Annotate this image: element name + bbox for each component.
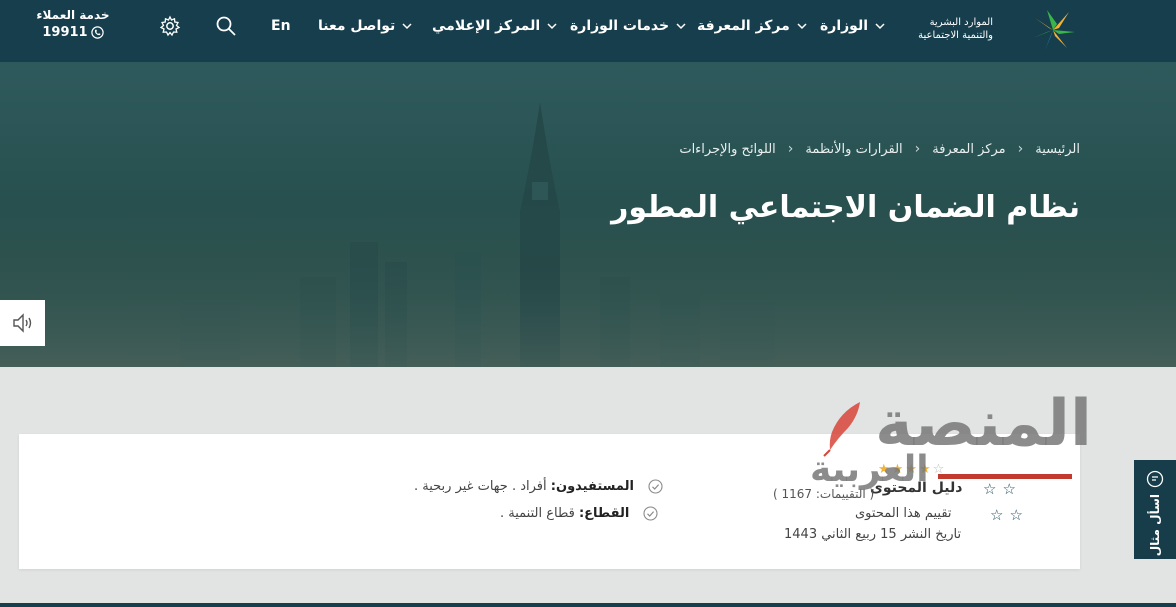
breadcrumb: الرئيسية ‹ مركز المعرفة ‹ القرارات والأن… [679,141,1080,157]
footer-edge [0,603,1176,607]
breadcrumb-item-home[interactable]: الرئيسية [1035,142,1080,157]
ask-side-button[interactable]: اسأل مثال [1134,460,1176,559]
check-circle-icon [648,479,663,494]
nav-ministry-label: الوزارة [820,18,869,34]
breadcrumb-chevron-icon: ‹ [1017,141,1024,157]
nav-knowledge-center-label: مركز المعرفة [697,18,790,34]
ministry-logo-mark-icon [1033,10,1075,50]
beneficiaries-label: المستفيدون: [550,479,634,494]
nav-media-center-label: المركز الإعلامي [432,18,541,34]
breadcrumb-item-decisions[interactable]: القرارات والأنظمة [805,142,902,157]
star-rate-icon[interactable]: ☆ [983,480,996,498]
breadcrumb-chevron-icon: ‹ [787,141,794,157]
speaker-icon [12,313,31,333]
logo-line-1: الموارد البشرية [929,17,993,28]
ask-side-button-label: اسأل مثال [1148,494,1162,557]
top-navbar: الموارد البشرية والتنمية الاجتماعية الوز… [0,0,1176,62]
phone-icon [90,26,104,39]
chevron-down-icon [875,23,885,30]
nav-contact-us-label: تواصل معنا [318,18,396,34]
watermark-subtitle: العربية [810,449,929,490]
nav-ministry-services-label: خدمات الوزارة [570,18,670,34]
sector-value: قطاع التنمية . [500,506,575,521]
customer-service[interactable]: خدمة العملاء 19911 [30,8,116,40]
breadcrumb-chevron-icon: ‹ [914,141,921,157]
rate-stars-row-2[interactable]: ☆ ☆ [990,506,1023,524]
customer-service-label: خدمة العملاء [36,8,110,22]
nav-knowledge-center[interactable]: مركز المعرفة [697,18,808,34]
nav-ministry[interactable]: الوزارة [820,18,886,34]
nav-media-center[interactable]: المركز الإعلامي [432,18,558,34]
rate-content-label: تقييم هذا المحتوى [855,506,952,521]
read-aloud-button[interactable] [0,300,45,346]
logo-line-2: والتنمية الاجتماعية [918,30,993,41]
watermark-title: المنصة [875,387,1092,461]
search-icon[interactable] [215,15,237,37]
chevron-down-icon [547,23,557,30]
ministry-logo[interactable]: الموارد البشرية والتنمية الاجتماعية [918,4,1085,56]
nav-contact-us[interactable]: تواصل معنا [318,18,413,34]
star-rate-icon[interactable]: ☆ [990,506,1003,524]
rate-stars-row-1[interactable]: ☆ ☆ [983,480,1016,498]
star-rate-icon[interactable]: ☆ [1002,480,1015,498]
nav-ministry-services[interactable]: خدمات الوزارة [570,18,687,34]
gear-icon[interactable] [159,15,181,37]
beneficiaries-value: أفراد . جهات غير ربحية . [414,479,547,494]
beneficiaries-row: المستفيدون: أفراد . جهات غير ربحية . [414,479,663,494]
watermark-underline [938,474,1072,479]
customer-service-number: 19911 [42,25,88,40]
publish-date: تاريخ النشر 15 ربيع الثاني 1443 [784,527,962,542]
star-rate-icon[interactable]: ☆ [1009,506,1022,524]
chevron-down-icon [676,23,686,30]
check-circle-icon [643,506,658,521]
page-title: نظام الضمان الاجتماعي المطور [611,190,1080,225]
sector-row: القطاع: قطاع التنمية . [500,506,658,521]
sector-label: القطاع: [578,506,630,521]
breadcrumb-item-regulations[interactable]: اللوائح والإجراءات [679,142,775,157]
chat-bubble-icon [1146,470,1164,488]
ministry-logo-text: الموارد البشرية والتنمية الاجتماعية [918,16,993,42]
chevron-down-icon [797,23,807,30]
chevron-down-icon [402,23,412,30]
breadcrumb-item-knowledge-center[interactable]: مركز المعرفة [932,142,1005,157]
language-toggle[interactable]: En [271,18,291,34]
